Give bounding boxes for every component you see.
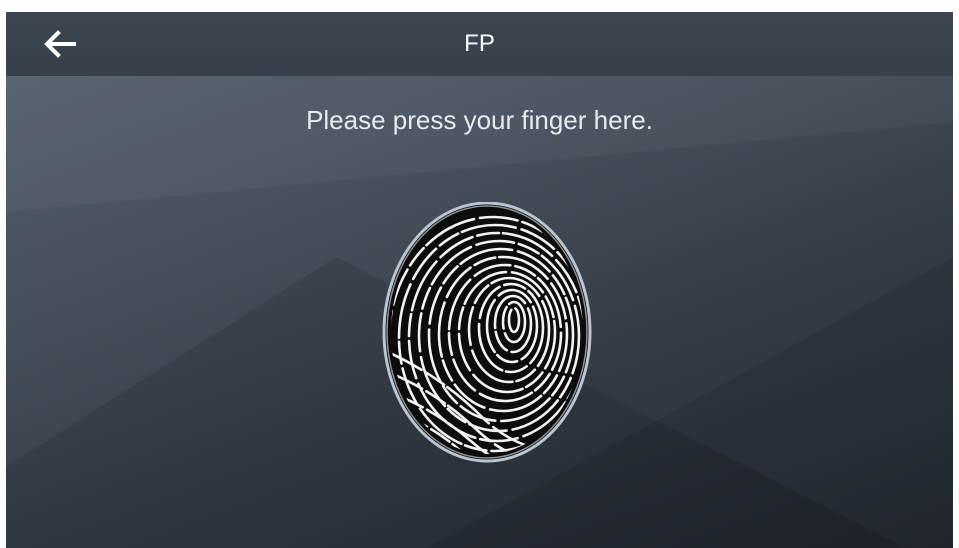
page-title: FP xyxy=(464,30,495,57)
header-bar: FP xyxy=(6,12,953,76)
fingerprint-sensor-area[interactable] xyxy=(382,201,592,466)
fingerprint-icon xyxy=(382,201,592,463)
fingerprint-screen: FP Please press your finger here. xyxy=(6,12,953,548)
instruction-text: Please press your finger here. xyxy=(306,105,653,135)
